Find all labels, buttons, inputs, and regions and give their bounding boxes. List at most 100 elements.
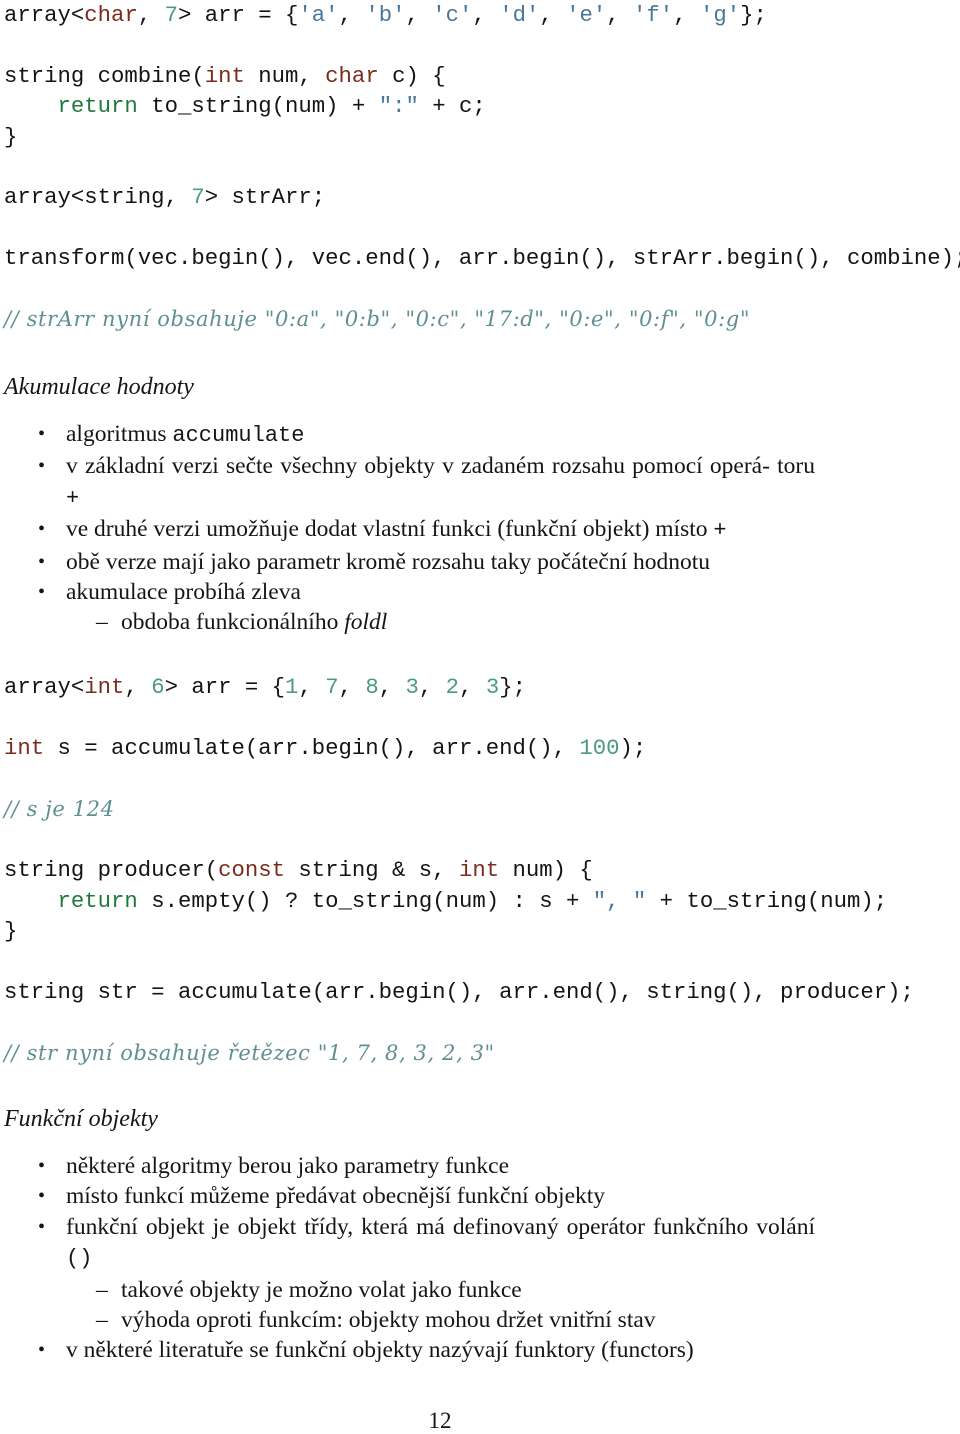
type-keyword: char <box>325 62 379 89</box>
list-item: akumulace probíhá zleva <box>0 577 900 608</box>
code-token: , <box>137 2 165 28</box>
code-token: num, <box>244 62 326 89</box>
list-item: místo funkcí můžeme předávat obecnější f… <box>0 1181 900 1212</box>
number-literal: 6 <box>151 674 165 700</box>
code-token: array<string, <box>4 184 192 211</box>
inline-code: accumulate <box>172 423 305 448</box>
char-literal: 'd' <box>499 2 540 28</box>
code-token: , <box>673 2 700 28</box>
code-comment: // strArr nyní obsahuje "0:a", "0:b", "0… <box>4 307 751 332</box>
code-token: , <box>338 2 366 28</box>
code-comment: // s je 124 <box>4 796 115 821</box>
sub-list-item: obdoba funkcionálního foldl <box>0 607 900 638</box>
section-heading-accumulate: Akumulace hodnoty <box>4 374 194 400</box>
code-line: string producer(const string & s, int nu… <box>4 857 593 883</box>
list-item-text: takové objekty je možno volat jako funkc… <box>121 1276 522 1303</box>
code-token: s = accumulate(arr.begin(), arr.end(), <box>44 734 580 761</box>
italic-term: foldl <box>344 609 388 636</box>
code-token: + c; <box>418 93 486 120</box>
list-item-text: funkční objekt je objekt třídy, která má… <box>66 1213 815 1240</box>
list-item-text: výhoda oproti funkcím: objekty mohou drž… <box>121 1307 656 1334</box>
code-token: , <box>606 2 634 28</box>
number-literal: 100 <box>579 734 620 761</box>
return-keyword: return <box>57 93 138 120</box>
char-literal: 'e' <box>566 2 607 28</box>
code-line: string str = accumulate(arr.begin(), arr… <box>4 979 914 1006</box>
code-token: string producer( <box>4 857 219 884</box>
sub-list-item: takové objekty je možno volat jako funkc… <box>0 1275 900 1306</box>
number-literal: 8 <box>365 674 379 700</box>
accumulate-bullet-list: algoritmus accumulate v základní verzi s… <box>0 419 900 638</box>
code-line: return to_string(num) + ":" + c; <box>4 93 486 119</box>
code-line: } <box>4 123 18 150</box>
number-literal: 7 <box>191 184 205 211</box>
number-literal: 3 <box>405 674 419 700</box>
list-item: některé algoritmy berou jako parametry f… <box>0 1151 900 1182</box>
code-line: transform(vec.begin(), vec.end(), arr.be… <box>4 245 960 272</box>
number-literal: 3 <box>485 674 500 700</box>
code-block-accumulate: array<int, 6> arr = {1, 7, 8, 3, 2, 3}; … <box>4 672 914 1069</box>
document-page: array<char, 7> arr = {'a', 'b', 'c', 'd'… <box>0 0 960 1433</box>
type-keyword: int <box>4 734 45 761</box>
type-keyword: char <box>84 2 138 28</box>
code-line: return s.empty() ? to_string(num) : s + … <box>4 887 888 914</box>
code-comment: // str nyní obsahuje řetězec "1, 7, 8, 3… <box>4 1040 495 1065</box>
code-token: , <box>338 674 366 700</box>
code-line: string combine(int num, char c) { <box>4 63 446 89</box>
code-line: } <box>4 918 18 945</box>
char-literal: 'g' <box>699 2 741 28</box>
list-item-text: obě verze mají jako parametr kromě rozsa… <box>66 548 711 575</box>
code-token: array< <box>4 2 85 28</box>
list-item-text: obdoba funkcionálního <box>121 609 345 636</box>
code-line: array<int, 6> arr = {1, 7, 8, 3, 2, 3}; <box>4 674 526 700</box>
list-item-text: algoritmus <box>66 421 173 447</box>
list-item: v základní verzi sečte všechny objekty v… <box>0 451 900 514</box>
code-token: string & s, <box>285 857 459 884</box>
code-token: s.empty() ? to_string(num) : s + <box>137 887 593 914</box>
char-literal: 'f' <box>633 2 674 28</box>
code-token: array< <box>4 674 85 700</box>
list-item-text: místo funkcí můžeme předávat obecnější f… <box>66 1183 606 1210</box>
code-block-transform: array<char, 7> arr = {'a', 'b', 'c', 'd'… <box>4 0 960 335</box>
code-token: , <box>124 674 152 700</box>
number-literal: 1 <box>285 674 299 700</box>
code-line: array<char, 7> arr = {'a', 'b', 'c', 'd'… <box>4 2 767 28</box>
code-token: c) { <box>378 62 446 89</box>
functors-bullet-list: některé algoritmy berou jako parametry f… <box>0 1151 900 1366</box>
code-token: }; <box>740 2 767 28</box>
list-item: obě verze mají jako parametr kromě rozsa… <box>0 547 900 578</box>
inline-code: + <box>713 518 727 544</box>
list-item: ve druhé verzi umožňuje dodat vlastní fu… <box>0 514 900 546</box>
code-token: }; <box>499 674 526 700</box>
list-item-text: akumulace probíhá zleva <box>66 579 301 606</box>
string-literal: ":" <box>378 93 419 120</box>
number-literal: 2 <box>445 674 460 700</box>
code-token: , <box>418 674 446 700</box>
number-literal: 7 <box>325 674 339 700</box>
list-item-text: v základní verzi sečte všechny objekty v… <box>66 453 815 480</box>
code-line: int s = accumulate(arr.begin(), arr.end(… <box>4 735 646 761</box>
section-heading-functors: Funkční objekty <box>4 1106 158 1132</box>
char-literal: 'a' <box>298 2 339 28</box>
type-keyword: int <box>84 674 125 700</box>
list-item: algoritmus accumulate <box>0 419 900 451</box>
inline-code: () <box>66 1246 93 1272</box>
code-token: > arr = { <box>177 2 299 28</box>
inline-code: + <box>66 485 80 511</box>
type-keyword: int <box>458 857 500 884</box>
code-token: , <box>378 674 406 700</box>
code-token: , <box>298 674 326 700</box>
list-item: funkční objekt je objekt třídy, která má… <box>0 1212 900 1275</box>
code-token: , <box>459 674 486 700</box>
list-item-text: některé algoritmy berou jako parametry f… <box>66 1153 510 1179</box>
